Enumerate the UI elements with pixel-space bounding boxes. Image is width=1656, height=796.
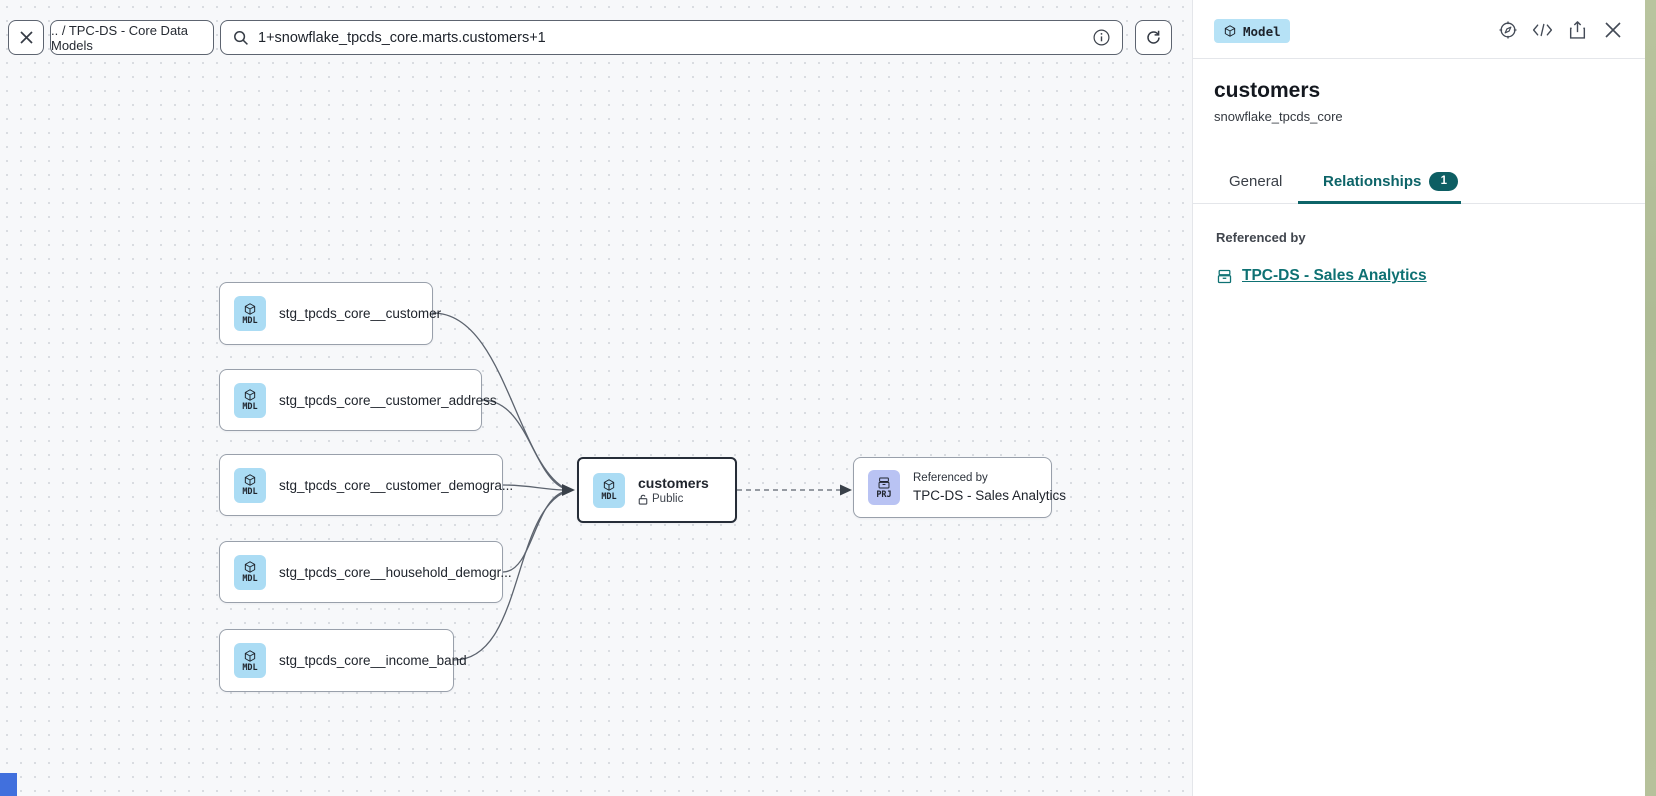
panel-tabs: General Relationships 1 [1193, 158, 1645, 204]
project-icon [877, 476, 891, 490]
lineage-edges [0, 0, 1192, 796]
node-stg-tpcds-core-income-band[interactable]: MDL stg_tpcds_core__income_band [219, 629, 454, 692]
node-stg-tpcds-core-customer-address[interactable]: MDL stg_tpcds_core__customer_address [219, 369, 482, 431]
unlock-icon [638, 494, 648, 505]
chip-code-label: MDL [242, 317, 257, 326]
node-label: stg_tpcds_core__income_band [279, 653, 467, 668]
details-panel: Model [1192, 0, 1645, 796]
node-label: stg_tpcds_core__customer_demogra... [279, 478, 513, 493]
code-icon [1532, 22, 1553, 38]
chip-code-label: MDL [242, 488, 257, 497]
project-icon [1216, 268, 1233, 285]
access-row: Public [638, 493, 709, 505]
node-stg-tpcds-core-household-demographics[interactable]: MDL stg_tpcds_core__household_demogr... [219, 541, 503, 603]
node-customers-selected[interactable]: MDL customers Public [577, 457, 737, 523]
page-title: customers [1214, 79, 1645, 103]
model-chip: MDL [234, 383, 266, 418]
chip-code-label: MDL [242, 403, 257, 412]
node-label: TPC-DS - Sales Analytics [913, 488, 1066, 503]
node-stg-tpcds-core-customer-demographics[interactable]: MDL stg_tpcds_core__customer_demogra... [219, 454, 503, 516]
tab-label: General [1229, 173, 1282, 190]
compass-icon [1498, 20, 1518, 40]
node-stg-tpcds-core-customer[interactable]: MDL stg_tpcds_core__customer [219, 282, 433, 345]
active-tab-underline [1298, 201, 1461, 204]
panel-header-actions [1497, 19, 1623, 40]
tab-relationships[interactable]: Relationships 1 [1323, 158, 1458, 204]
close-lineage-button[interactable] [8, 20, 44, 55]
search-icon [233, 30, 249, 46]
cube-icon [243, 560, 257, 574]
panel-header: Model [1193, 0, 1645, 59]
canvas-blue-indicator [0, 773, 17, 796]
project-subtitle: snowflake_tpcds_core [1214, 109, 1645, 124]
node-referenced-by-project[interactable]: PRJ Referenced by TPC-DS - Sales Analyti… [853, 457, 1052, 518]
close-panel-button[interactable] [1602, 19, 1623, 40]
cube-icon [243, 649, 257, 663]
node-kicker: Referenced by [913, 472, 1066, 484]
model-chip: MDL [234, 555, 266, 590]
view-code-button[interactable] [1532, 19, 1553, 40]
resource-type-label: Model [1243, 24, 1281, 39]
relationships-content: Referenced by TPC-DS - Sales Analytics [1193, 204, 1645, 285]
chip-code-label: MDL [601, 493, 616, 502]
model-chip: MDL [234, 296, 266, 331]
model-chip: MDL [234, 643, 266, 678]
model-chip: MDL [593, 473, 625, 508]
breadcrumb[interactable]: .. / TPC-DS - Core Data Models [50, 20, 214, 55]
project-chip: PRJ [868, 470, 900, 505]
cube-icon [243, 302, 257, 316]
node-label: stg_tpcds_core__household_demogr... [279, 565, 512, 580]
access-label: Public [652, 493, 683, 505]
chip-code-label: PRJ [876, 491, 891, 500]
explore-lineage-button[interactable] [1497, 19, 1518, 40]
refresh-button[interactable] [1135, 20, 1172, 55]
chip-code-label: MDL [242, 664, 257, 673]
search-input[interactable] [258, 30, 1093, 46]
model-chip: MDL [234, 468, 266, 503]
node-label: stg_tpcds_core__customer [279, 306, 441, 321]
referenced-by-link-row[interactable]: TPC-DS - Sales Analytics [1216, 267, 1645, 285]
relationships-count-badge: 1 [1429, 172, 1458, 191]
refresh-icon [1145, 29, 1162, 46]
chip-code-label: MDL [242, 575, 257, 584]
share-button[interactable] [1567, 19, 1588, 40]
lineage-search[interactable] [220, 20, 1123, 55]
share-icon [1568, 20, 1587, 40]
cube-icon [243, 388, 257, 402]
referenced-by-link[interactable]: TPC-DS - Sales Analytics [1242, 267, 1427, 285]
lineage-app: .. / TPC-DS - Core Data Models [0, 0, 1656, 796]
desktop-background-strip [1645, 0, 1656, 796]
resource-type-badge: Model [1214, 19, 1290, 43]
arrowhead-into-customers [562, 484, 575, 496]
node-label: stg_tpcds_core__customer_address [279, 393, 497, 408]
cube-icon [243, 473, 257, 487]
cube-icon [602, 478, 616, 492]
arrowhead-into-project [840, 485, 852, 496]
info-icon[interactable] [1093, 29, 1110, 46]
node-label: customers [638, 475, 709, 491]
tab-label: Relationships [1323, 173, 1421, 190]
lineage-canvas[interactable]: .. / TPC-DS - Core Data Models [0, 0, 1192, 796]
tab-general[interactable]: General [1229, 158, 1282, 204]
close-icon [19, 30, 34, 45]
cube-icon [1223, 24, 1237, 38]
referenced-by-label: Referenced by [1216, 230, 1645, 245]
close-icon [1604, 21, 1622, 39]
